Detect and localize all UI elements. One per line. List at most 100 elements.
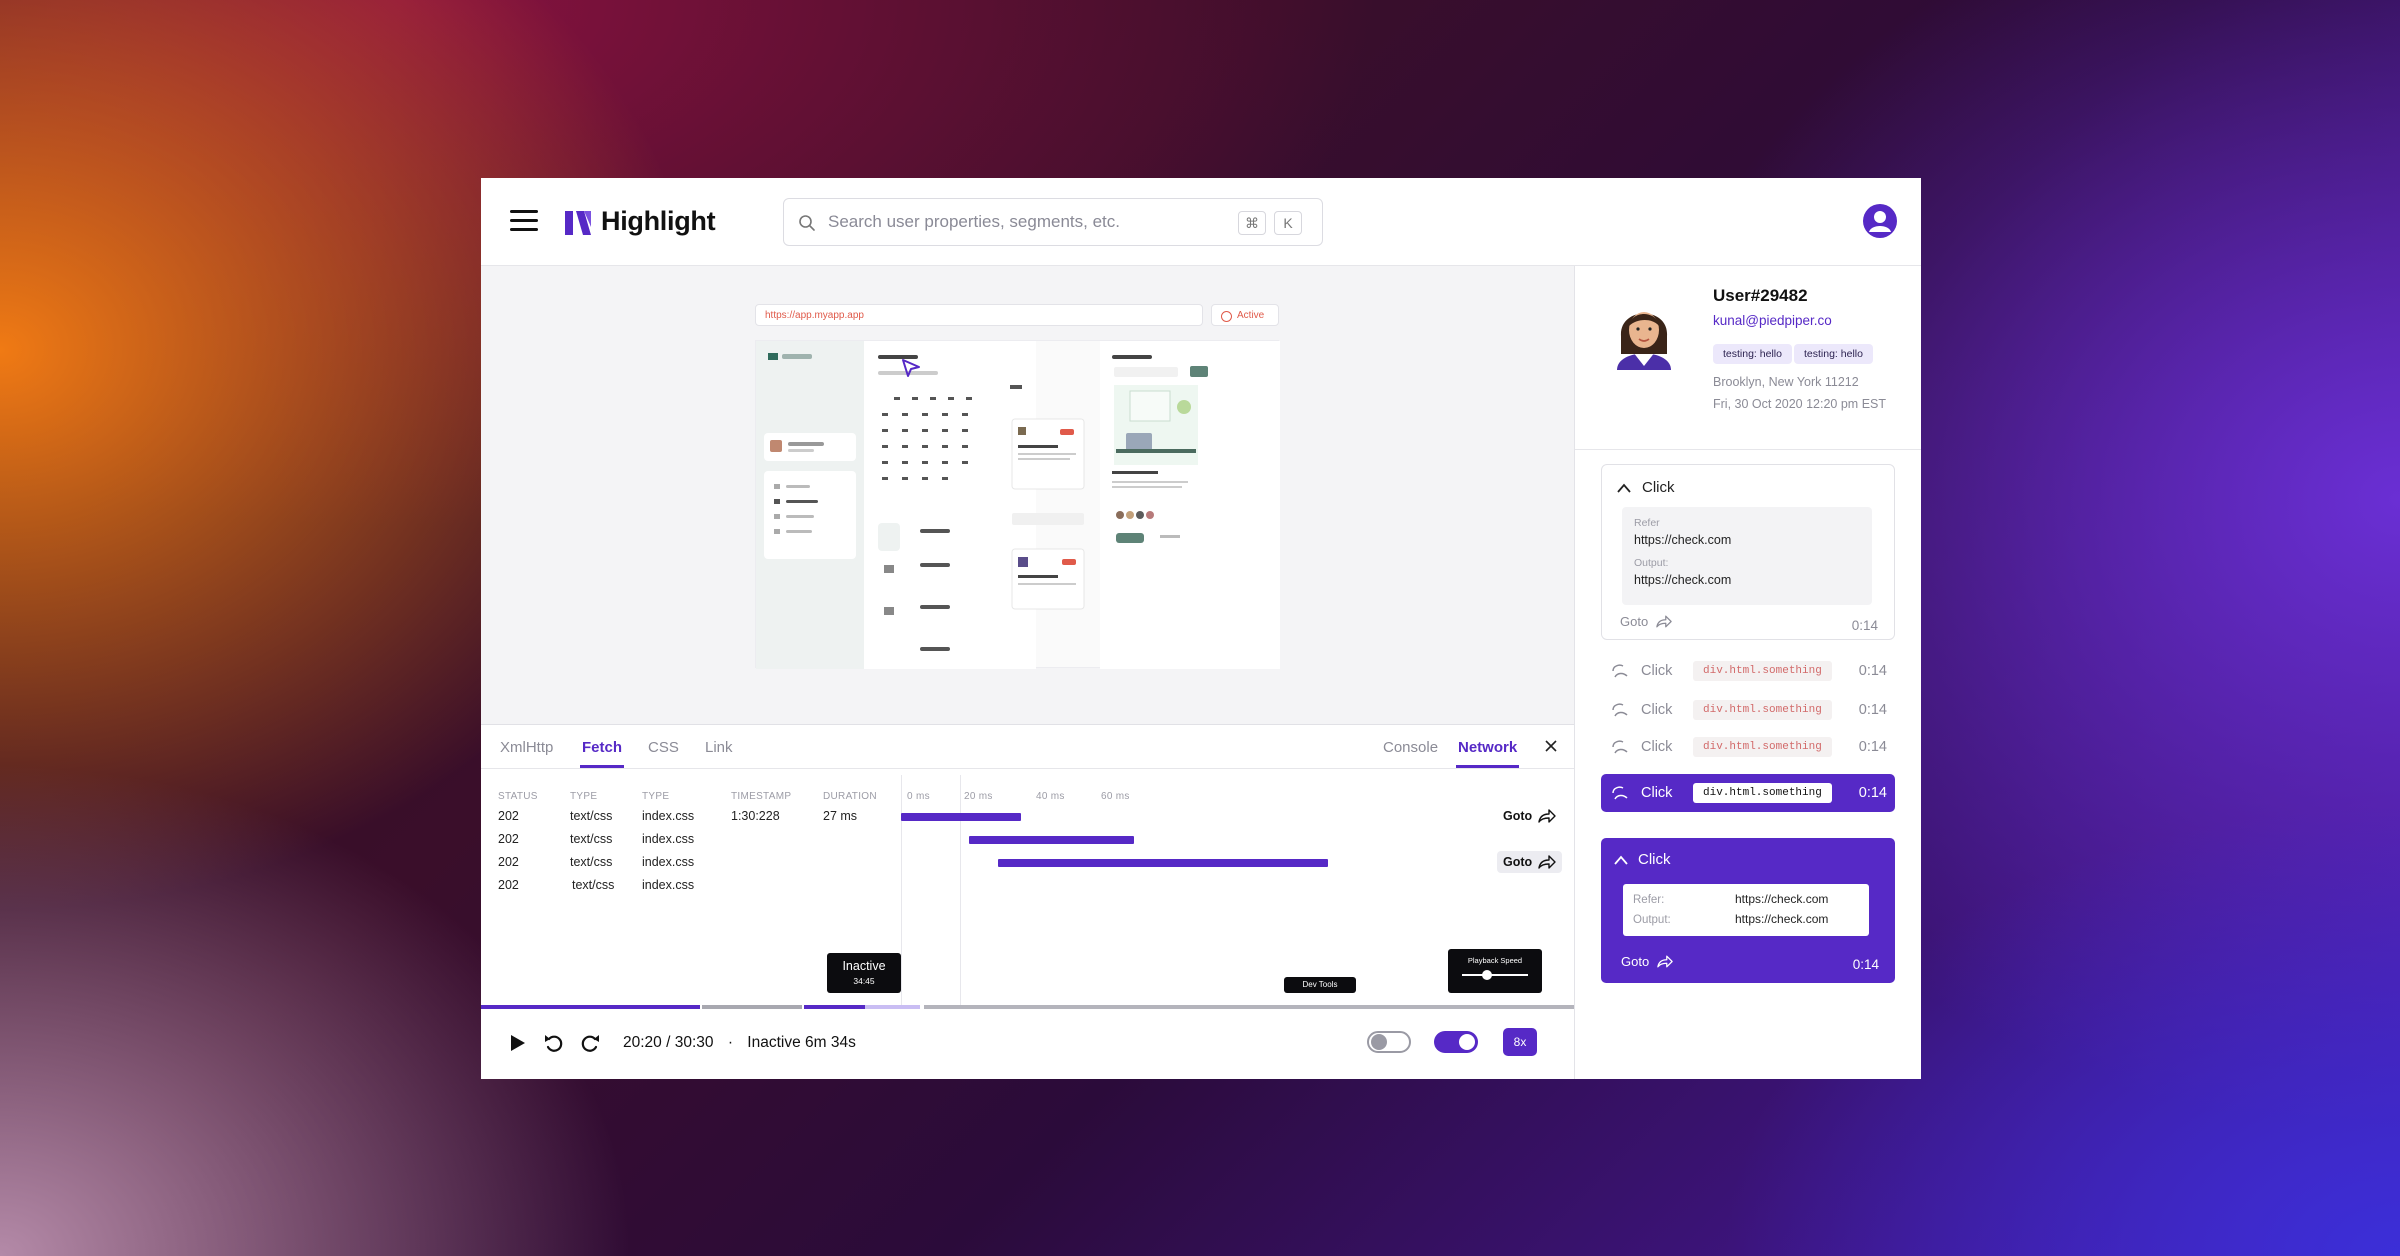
event-name: Click <box>1641 785 1673 801</box>
playback-speed-popover[interactable]: Playback Speed <box>1448 949 1542 993</box>
output-label: Output: <box>1633 914 1671 926</box>
current-time: 20:20 / 30:30 <box>623 1034 714 1051</box>
logo[interactable]: Highlight <box>563 206 716 237</box>
menu-icon[interactable] <box>510 210 538 232</box>
event-time: 0:14 <box>1851 618 1878 633</box>
event-time: 0:14 <box>1858 785 1887 801</box>
share-arrow-icon <box>1657 955 1673 968</box>
speed-slider-track[interactable] <box>1462 974 1528 976</box>
timeline-played <box>481 1005 700 1009</box>
devtools-marker[interactable]: Dev Tools <box>1284 977 1356 993</box>
event-row[interactable]: Click div.html.something 0:14 <box>1601 728 1895 766</box>
event-name: Click <box>1641 702 1673 718</box>
user-tag[interactable]: testing: hello <box>1794 344 1873 364</box>
user-tag[interactable]: testing: hello <box>1713 344 1792 364</box>
tab-link[interactable]: Link <box>705 739 733 756</box>
user-email[interactable]: kunal@piedpiper.co <box>1713 313 1832 328</box>
row-type: text/css <box>572 878 615 892</box>
preview-status-badge: Active <box>1211 304 1279 326</box>
goto-link[interactable]: Goto <box>1621 954 1673 969</box>
timeline-inactive-segment <box>865 1005 920 1009</box>
request-timing-bar <box>969 836 1134 844</box>
event-name: Click <box>1641 739 1673 755</box>
inactive-duration: Inactive 6m 34s <box>747 1034 856 1051</box>
timeline-inactive-segment <box>804 1005 865 1009</box>
preview-app-screenshot <box>755 340 1280 669</box>
preview-sidebar <box>756 341 864 669</box>
row-status: 202 <box>498 832 519 846</box>
tab-console[interactable]: Console <box>1383 739 1438 756</box>
row-file: index.css <box>642 878 695 892</box>
cursor-click-icon <box>1612 786 1628 800</box>
scale-tick: 40 ms <box>1036 791 1065 802</box>
toggle-devtools[interactable] <box>1434 1031 1478 1053</box>
tab-css[interactable]: CSS <box>648 739 679 756</box>
session-replay-viewport[interactable]: https://app.myapp.app Active <box>481 266 1574 724</box>
forward-icon[interactable] <box>579 1032 601 1054</box>
scale-tick: 60 ms <box>1101 791 1130 802</box>
toggle-skip-inactive[interactable] <box>1367 1031 1411 1053</box>
event-row-selected[interactable]: Click div.html.something 0:14 <box>1601 774 1895 812</box>
tab-xmlhttp[interactable]: XmlHttp <box>500 739 553 756</box>
event-selector: div.html.something <box>1693 700 1832 720</box>
waterfall-divider <box>901 775 902 1005</box>
speed-button[interactable]: 8x <box>1503 1028 1537 1056</box>
event-time: 0:14 <box>1858 702 1887 718</box>
column-header-duration: DURATION <box>823 791 877 802</box>
session-details-panel: User#29482 kunal@piedpiper.co testing: h… <box>1574 266 1921 1079</box>
preview-main <box>864 341 1280 669</box>
goto-link[interactable]: Goto <box>1620 614 1672 629</box>
user-datetime: Fri, 30 Oct 2020 12:20 pm EST <box>1713 397 1886 411</box>
panel-divider <box>1575 449 1921 450</box>
row-type: text/css <box>570 832 613 846</box>
row-file: index.css <box>642 809 695 823</box>
goto-button[interactable]: Goto <box>1497 805 1562 827</box>
playback-speed-label: Playback Speed <box>1467 956 1523 965</box>
devtools-panel: XmlHttp Fetch CSS Link Console Network S… <box>481 724 1574 1005</box>
event-card-selected[interactable]: Click Refer: https://check.com Output: h… <box>1601 838 1895 983</box>
rewind-icon[interactable] <box>543 1032 565 1054</box>
event-time: 0:14 <box>1858 739 1887 755</box>
refer-value: https://check.com <box>1735 892 1829 906</box>
cursor-click-icon <box>1612 664 1628 678</box>
event-time: 0:14 <box>1852 957 1879 972</box>
chevron-up-icon[interactable] <box>1616 482 1632 494</box>
output-value: https://check.com <box>1634 573 1732 587</box>
share-arrow-icon <box>1538 855 1556 869</box>
event-card-expanded[interactable]: Click Refer https://check.com Output: ht… <box>1601 464 1895 640</box>
user-avatar-icon[interactable] <box>1862 203 1898 239</box>
shortcut-key: ⌘ <box>1238 211 1266 235</box>
event-title: Click <box>1638 851 1671 868</box>
playback-controls: 20:20 / 30:30 · Inactive 6m 34s 8x <box>481 1010 1574 1079</box>
request-timing-bar <box>998 859 1328 867</box>
app-window: Highlight ⌘ K https://app.myapp.app Acti… <box>481 178 1921 1079</box>
tab-fetch[interactable]: Fetch <box>579 739 625 768</box>
row-status: 202 <box>498 855 519 869</box>
preview-main-graphic <box>864 341 1280 669</box>
goto-label: Goto <box>1503 809 1533 823</box>
event-details-box: Refer https://check.com Output: https://… <box>1622 507 1872 605</box>
play-icon[interactable] <box>506 1032 528 1054</box>
row-status: 202 <box>498 878 519 892</box>
event-row[interactable]: Click div.html.something 0:14 <box>1601 691 1895 729</box>
toggle-knob <box>1459 1034 1475 1050</box>
share-arrow-icon <box>1656 615 1672 628</box>
row-file: index.css <box>642 832 695 846</box>
search-input[interactable] <box>828 209 1208 235</box>
cursor-click-icon <box>1612 740 1628 754</box>
playback-time: 20:20 / 30:30 · Inactive 6m 34s <box>623 1034 856 1052</box>
search-bar[interactable]: ⌘ K <box>783 198 1323 246</box>
close-icon[interactable] <box>1541 736 1561 756</box>
refer-label: Refer: <box>1633 894 1665 906</box>
tab-network[interactable]: Network <box>1455 739 1520 768</box>
logo-icon <box>565 210 591 235</box>
event-row[interactable]: Click div.html.something 0:14 <box>1601 652 1895 690</box>
speed-slider-handle[interactable] <box>1482 970 1492 980</box>
goto-button[interactable]: Goto <box>1497 851 1563 873</box>
event-selector: div.html.something <box>1693 783 1832 803</box>
output-label: Output: <box>1634 557 1669 569</box>
row-status: 202 <box>498 809 519 823</box>
chevron-up-icon[interactable] <box>1613 854 1629 866</box>
goto-label: Goto <box>1621 954 1650 969</box>
search-icon <box>799 215 815 231</box>
